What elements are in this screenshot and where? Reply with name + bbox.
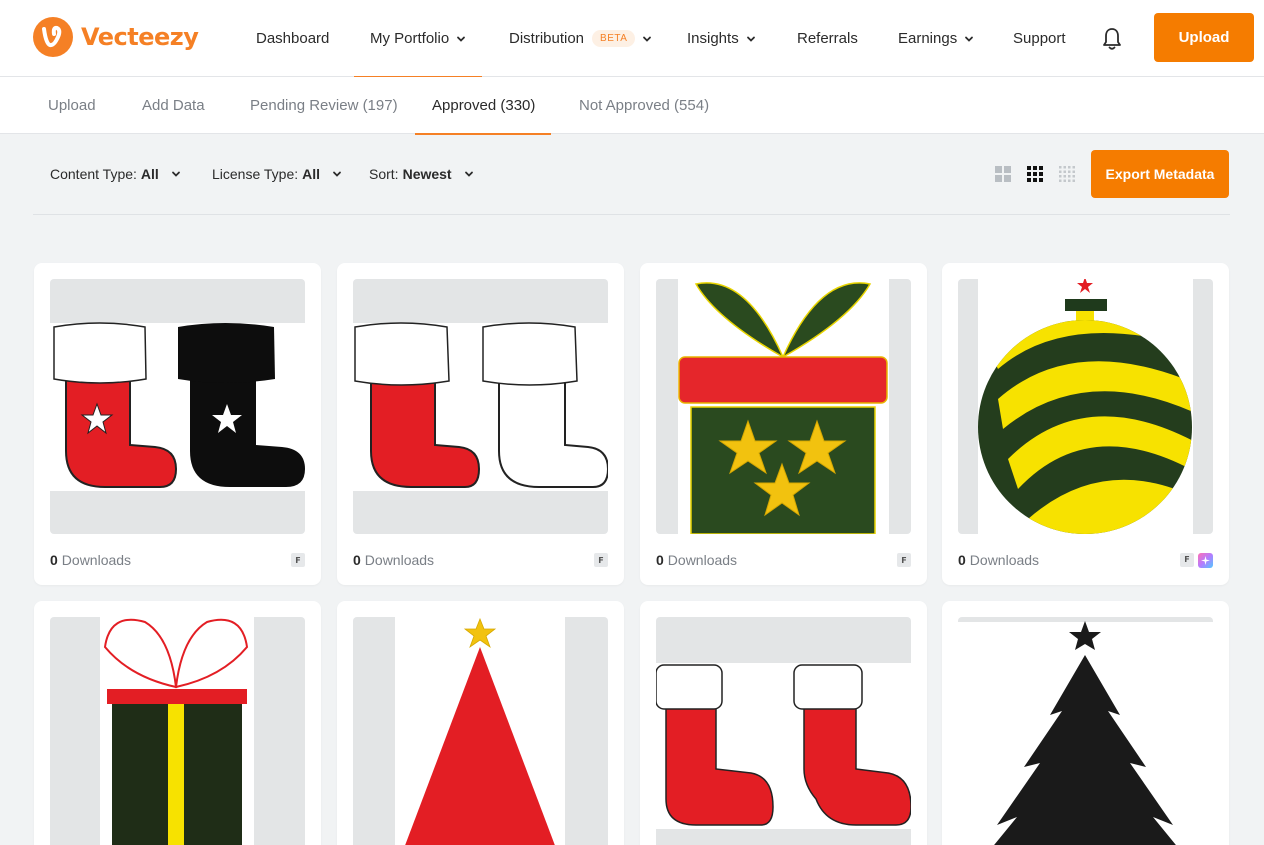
asset-card[interactable] [640, 601, 927, 845]
downloads-label: Downloads [61, 552, 132, 568]
license-type-filter[interactable]: License Type: All [212, 162, 342, 186]
asset-thumbnail [656, 279, 911, 534]
asset-card[interactable] [942, 601, 1229, 845]
stockings-red-white-image [353, 322, 608, 491]
nav-dashboard-label: Dashboard [256, 30, 330, 47]
nav-earnings-label: Earnings [898, 30, 958, 47]
card-footer: 0 Downloads F [656, 552, 911, 568]
card-footer: 0 Downloads F [353, 552, 608, 568]
nav-distribution[interactable]: Distribution BETA [509, 0, 652, 77]
chevron-down-icon [643, 36, 652, 42]
asset-thumbnail [353, 279, 608, 534]
content-type-value: All [140, 166, 159, 182]
free-license-badge: F [897, 553, 911, 567]
portfolio-tabs: Upload Add Data Pending Review (197) App… [0, 77, 1264, 135]
nav-my-portfolio-label: My Portfolio [370, 30, 450, 47]
free-license-badge: F [594, 553, 608, 567]
grid-medium-view-icon[interactable] [1026, 165, 1044, 183]
chevron-down-icon [333, 171, 341, 177]
asset-thumbnail [50, 279, 305, 534]
nav-my-portfolio[interactable]: My Portfolio [353, 0, 483, 78]
downloads-count: 0 [958, 552, 966, 568]
downloads-count: 0 [353, 552, 361, 568]
asset-thumbnail [958, 279, 1213, 534]
asset-thumbnail [958, 617, 1213, 845]
free-license-badge: F [1180, 552, 1194, 567]
grid-small-view-icon[interactable] [1058, 165, 1076, 183]
striped-ornament-image [978, 279, 1193, 534]
beta-badge: BETA [592, 30, 636, 47]
vecteezy-logo[interactable]: Vecteezy [33, 17, 199, 57]
gift-box-stars-image [678, 279, 889, 534]
tab-not-approved[interactable]: Not Approved (554) [579, 77, 709, 134]
black-tree-silhouette-image [958, 621, 1213, 845]
chevron-down-icon [457, 36, 466, 42]
filter-divider [33, 214, 1230, 215]
downloads-label: Downloads [969, 552, 1040, 568]
downloads-count: 0 [50, 552, 58, 568]
sort-value: Newest [402, 166, 452, 182]
chevron-down-icon [464, 171, 473, 177]
vecteezy-logo-icon [33, 17, 73, 57]
nav-dashboard[interactable]: Dashboard [256, 0, 329, 77]
sort-filter[interactable]: Sort: Newest [369, 162, 474, 186]
content-type-filter[interactable]: Content Type: All [50, 162, 181, 186]
nav-insights[interactable]: Insights [687, 0, 756, 77]
license-type-value: All [302, 166, 321, 182]
nav-support-label: Support [1013, 30, 1066, 47]
brand-name: Vecteezy [81, 23, 199, 51]
notification-bell-icon[interactable] [1100, 26, 1124, 52]
license-type-label: License Type: [212, 166, 299, 182]
nav-support[interactable]: Support [1013, 0, 1066, 77]
tab-upload[interactable]: Upload [48, 77, 96, 134]
asset-card[interactable]: 0 Downloads F [337, 263, 624, 585]
downloads-count: 0 [656, 552, 664, 568]
upload-button[interactable]: Upload [1154, 13, 1254, 62]
content-type-label: Content Type: [50, 166, 137, 182]
card-footer: 0 Downloads F [958, 552, 1213, 568]
asset-thumbnail [353, 617, 608, 845]
nav-referrals[interactable]: Referrals [797, 0, 858, 77]
stockings-red-pair-image [656, 663, 911, 829]
asset-thumbnail [50, 617, 305, 845]
asset-card[interactable]: 0 Downloads F [942, 263, 1229, 585]
nav-earnings[interactable]: Earnings [898, 0, 974, 77]
tab-approved[interactable]: Approved (330) [414, 77, 552, 135]
downloads-label: Downloads [667, 552, 738, 568]
asset-thumbnail [656, 617, 911, 845]
card-footer: 0 Downloads F [50, 552, 305, 568]
downloads-label: Downloads [364, 552, 435, 568]
nav-distribution-label: Distribution [509, 30, 585, 47]
nav-insights-label: Insights [687, 30, 739, 47]
red-christmas-tree-image [395, 617, 565, 845]
asset-card[interactable]: 0 Downloads F [34, 263, 321, 585]
ai-generated-icon [1198, 552, 1213, 568]
grid-large-view-icon[interactable] [994, 165, 1012, 183]
chevron-down-icon [171, 171, 180, 177]
gift-box-ribbon-image [100, 617, 254, 845]
tab-pending-review[interactable]: Pending Review (197) [250, 77, 398, 134]
asset-card[interactable] [337, 601, 624, 845]
sort-label: Sort: [369, 166, 399, 182]
stockings-red-black-image [50, 322, 305, 491]
chevron-down-icon [965, 36, 974, 42]
top-navigation: Vecteezy Dashboard My Portfolio Distribu… [0, 0, 1264, 78]
nav-referrals-label: Referrals [797, 30, 858, 47]
free-license-badge: F [291, 553, 305, 567]
tab-add-data[interactable]: Add Data [142, 77, 205, 134]
asset-card[interactable] [34, 601, 321, 845]
export-metadata-button[interactable]: Export Metadata [1091, 150, 1229, 198]
chevron-down-icon [746, 36, 755, 42]
asset-card[interactable]: 0 Downloads F [640, 263, 927, 585]
